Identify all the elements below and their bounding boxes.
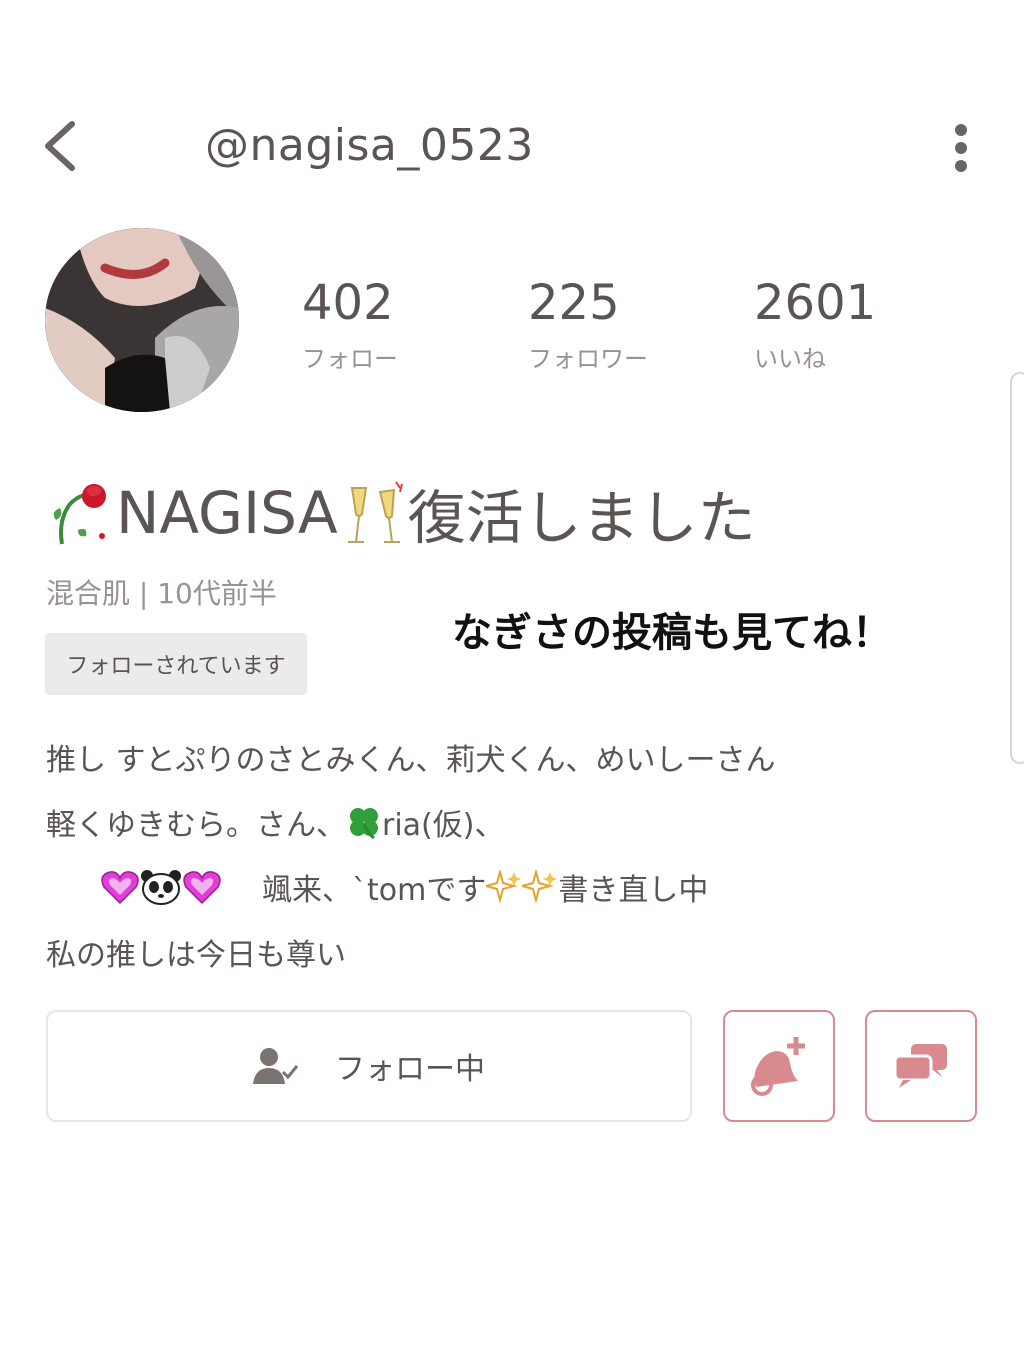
stat-likes[interactable]: 2601 いいね [754,275,876,374]
scroll-indicator[interactable] [1010,372,1024,764]
stat-followers[interactable]: 225 フォロワー [528,275,648,374]
follows-you-badge: フォローされています [45,633,307,695]
heart-icon [101,871,139,905]
likes-count: 2601 [754,275,877,331]
wilted-rose-icon [53,484,106,545]
profile-header: @nagisa_0523 [0,100,1024,200]
display-name-text: NAGISA [116,479,338,547]
more-options-button[interactable] [946,120,976,180]
clover-icon [350,808,378,840]
bio-line-3-text: 颯来、`tomです [262,873,487,908]
followers-count: 225 [528,275,620,331]
champagne-icon [347,481,403,543]
display-name-suffix: 復活しました [407,484,756,552]
user-check-icon [253,1048,299,1084]
bio-line-1: 推し すとぷりのさとみくん、莉犬くん、めいしーさん [46,743,776,778]
bio-line-3: 颯来、`tomです 書き直し中 [100,865,708,909]
back-button[interactable] [38,118,88,178]
display-name: NAGISA 復活しました [48,478,756,552]
bio-line-2-text-b: ria(仮)、 [382,808,505,843]
overlay-caption: なぎさの投稿も見てね！ [452,610,892,656]
following-label: フォロー [302,345,398,373]
following-button-label: フォロー中 [335,1052,485,1087]
followers-label: フォロワー [528,345,648,373]
chat-bubbles-icon [893,1044,947,1088]
following-button[interactable]: フォロー中 [46,1010,692,1122]
heart-icon [183,871,221,905]
notify-button[interactable] [723,1010,835,1122]
bell-plus-icon [751,1037,805,1096]
following-count: 402 [302,275,394,331]
bio-line-3-text-b: 書き直し中 [558,873,709,908]
avatar[interactable] [45,228,239,412]
profile-handle: @nagisa_0523 [205,120,534,171]
avatar-photo [45,228,239,412]
bio-line-4: 私の推しは今日も尊い [46,938,346,973]
sparkle-icon [486,870,522,904]
back-chevron-icon [45,121,75,171]
bio-line-2-text: 軽くゆきむら。さん、 [46,808,346,843]
likes-label: いいね [754,345,826,373]
more-vertical-icon [955,124,967,172]
stat-following[interactable]: 402 フォロー [302,275,398,374]
message-button[interactable] [865,1010,977,1122]
sparkle-icon [522,870,558,904]
bio-line-2: 軽くゆきむら。さん、 ria(仮)、 [46,800,504,844]
panda-icon [141,870,181,905]
skin-type-age: 混合肌 | 10代前半 [46,577,277,610]
